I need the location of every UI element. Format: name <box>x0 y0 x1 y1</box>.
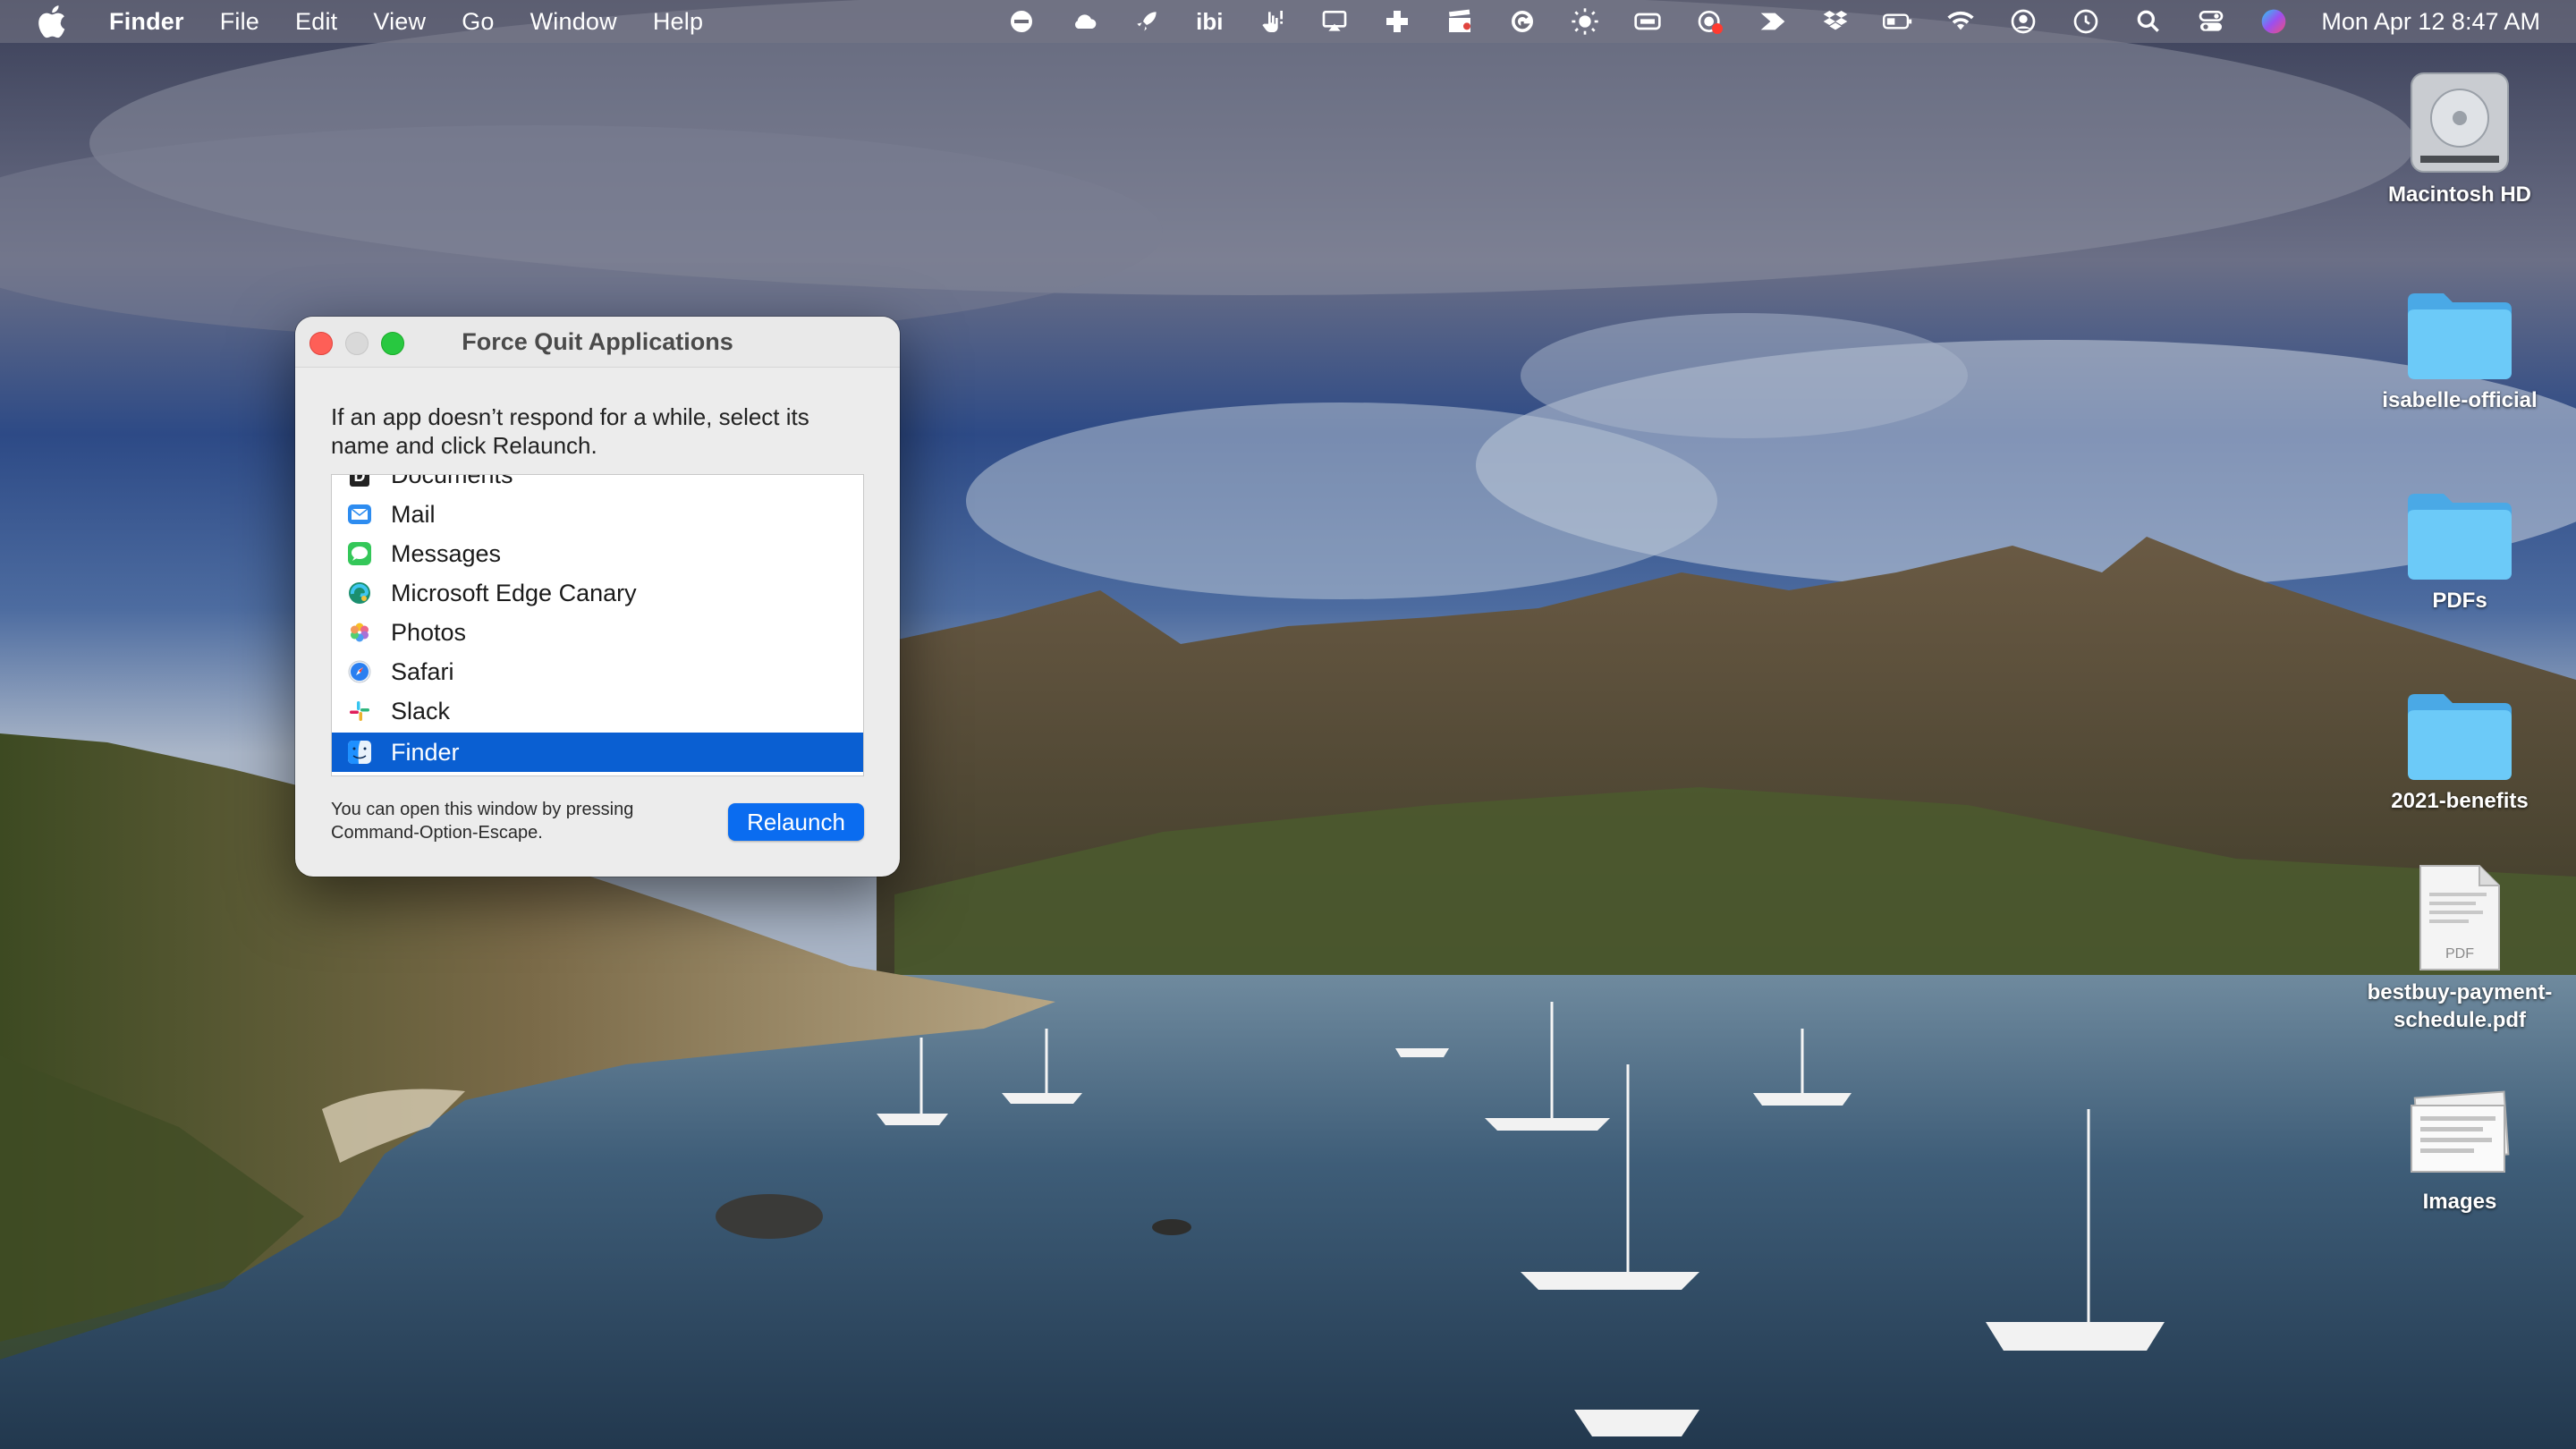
rocket-icon[interactable] <box>1127 5 1166 38</box>
grammarly-icon[interactable] <box>1503 5 1542 38</box>
safari-icon <box>346 658 373 685</box>
time-machine-icon[interactable] <box>2066 5 2106 38</box>
app-row-edge-canary[interactable]: Microsoft Edge Canary <box>332 573 863 613</box>
svg-text:D: D <box>354 474 366 485</box>
slack-icon <box>346 698 373 724</box>
siri-icon[interactable] <box>2254 5 2293 38</box>
app-row-photos[interactable]: Photos <box>332 613 863 652</box>
status-area: ibi Mon Apr 12 8:47 AM <box>990 0 2540 43</box>
app-row-documents[interactable]: D Documents <box>332 474 863 495</box>
force-quit-window: Force Quit Applications If an app doesn’… <box>295 317 900 877</box>
app-row-mail[interactable]: Mail <box>332 495 863 534</box>
wifi-icon[interactable] <box>1941 5 1980 38</box>
control-center-icon[interactable] <box>2191 5 2231 38</box>
cloud-icon[interactable] <box>1064 5 1104 38</box>
menu-view[interactable]: View <box>373 8 426 36</box>
app-list[interactable]: D Documents Mail Messages Microsoft Edge… <box>331 474 864 776</box>
desktop-icon-label: bestbuy-payment-schedule.pdf <box>2367 980 2553 1032</box>
mail-icon <box>346 501 373 528</box>
app-name: Photos <box>391 618 467 646</box>
airplay-icon[interactable] <box>1315 5 1354 38</box>
menu-file[interactable]: File <box>220 8 259 36</box>
window-title: Force Quit Applications <box>462 328 733 355</box>
brightness-icon[interactable] <box>1565 5 1605 38</box>
app-name: Messages <box>391 539 502 567</box>
app-name: Slack <box>391 697 451 724</box>
desktop-icon-macintosh-hd[interactable]: Macintosh HD <box>2370 59 2549 208</box>
desktop-icon-2021-benefits[interactable]: 2021-benefits <box>2370 665 2549 815</box>
battery-icon[interactable] <box>1878 5 1918 38</box>
menu-bar: Finder File Edit View Go Window Help ibi… <box>0 0 2576 43</box>
pdf-badge: PDF <box>2445 946 2474 962</box>
app-name: Finder <box>391 738 460 766</box>
photos-icon <box>346 619 373 646</box>
desktop-icon-label: 2021-benefits <box>2391 789 2529 813</box>
desktop-icon-label: Macintosh HD <box>2387 182 2531 207</box>
dropbox-icon[interactable] <box>1816 5 1855 38</box>
arrow-forward-icon[interactable] <box>1753 5 1792 38</box>
desktop-icon-isabelle-official[interactable]: isabelle-official <box>2370 265 2549 414</box>
menu-help[interactable]: Help <box>653 8 703 36</box>
ibi-text-icon[interactable]: ibi <box>1190 5 1229 38</box>
desktop-icon-label: isabelle-official <box>2382 388 2538 412</box>
app-name: Safari <box>391 657 454 685</box>
desktop-icon-pdfs[interactable]: PDFs <box>2370 465 2549 614</box>
menu-window[interactable]: Window <box>530 8 617 36</box>
menu-bar-clock[interactable]: Mon Apr 12 8:47 AM <box>2321 8 2540 36</box>
touch-alert-icon[interactable] <box>1252 5 1292 38</box>
user-circle-icon[interactable] <box>2004 5 2043 38</box>
menu-edit[interactable]: Edit <box>295 8 337 36</box>
app-row-slack[interactable]: Slack <box>332 691 863 731</box>
shortcut-hint: You can open this window by pressing Com… <box>331 800 634 843</box>
apple-logo-icon[interactable] <box>34 2 73 41</box>
minus-circle-icon[interactable] <box>1002 5 1041 38</box>
app-name: Documents <box>391 474 513 488</box>
menu-go[interactable]: Go <box>462 8 494 36</box>
search-icon[interactable] <box>2129 5 2168 38</box>
record-icon[interactable] <box>1690 5 1730 38</box>
messages-icon <box>346 540 373 567</box>
desktop-icon-label: PDFs <box>2432 589 2487 613</box>
finder-icon <box>346 739 373 766</box>
app-name: Mail <box>391 500 436 528</box>
relaunch-button[interactable]: Relaunch <box>728 803 864 841</box>
hard-drive-icon <box>2402 59 2518 175</box>
folder-icon <box>2402 265 2518 381</box>
clapper-icon[interactable] <box>1440 5 1479 38</box>
folder-icon <box>2402 665 2518 782</box>
app-name: Microsoft Edge Canary <box>391 579 637 606</box>
instructions-text: If an app doesn’t respond for a while, s… <box>331 403 809 459</box>
app-row-safari[interactable]: Safari <box>332 652 863 691</box>
folder-icon <box>2402 465 2518 581</box>
plus-cross-icon[interactable] <box>1377 5 1417 38</box>
app-row-finder[interactable]: Finder <box>332 733 863 772</box>
dongle-icon[interactable] <box>1628 5 1667 38</box>
menu-app-finder[interactable]: Finder <box>109 8 184 36</box>
edge-canary-icon <box>346 580 373 606</box>
image-stack-icon <box>2402 1066 2518 1182</box>
desktop-icon-images[interactable]: Images <box>2370 1066 2549 1216</box>
app-row-messages[interactable]: Messages <box>332 534 863 573</box>
documents-icon: D <box>346 474 373 488</box>
desktop-icon-label: Images <box>2422 1190 2497 1214</box>
window-titlebar: Force Quit Applications <box>295 317 900 368</box>
pdf-file-icon: PDF <box>2402 857 2518 973</box>
desktop-icon-bestbuy-pdf[interactable]: PDF bestbuy-payment-schedule.pdf <box>2368 857 2552 1034</box>
